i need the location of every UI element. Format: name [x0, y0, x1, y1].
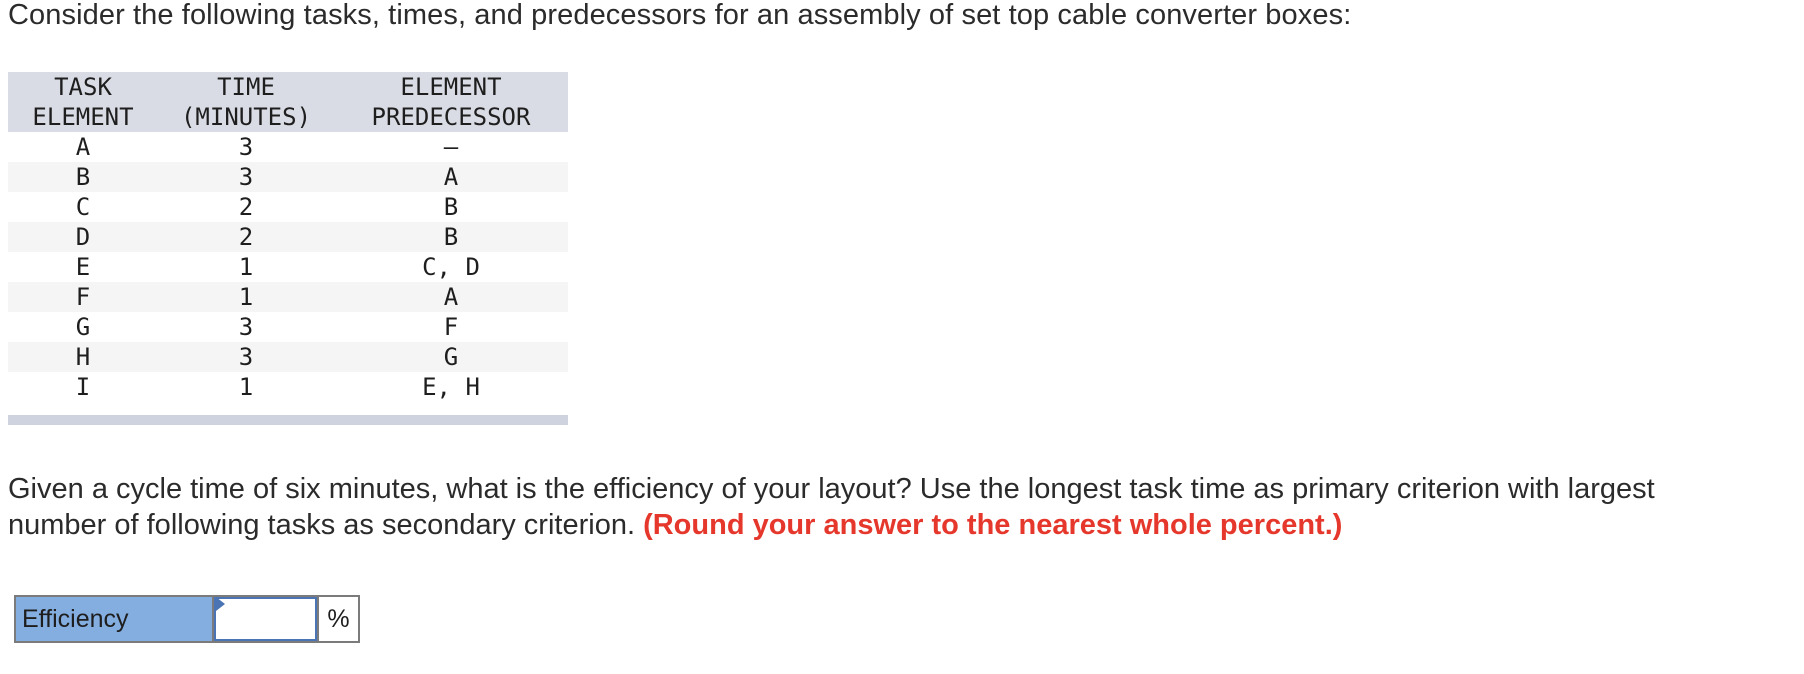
table-header-row: TASK ELEMENT TIME (MINUTES) ELEMENT PRED…	[8, 72, 568, 132]
time-cell: 1	[238, 253, 254, 281]
task-table: TASK ELEMENT TIME (MINUTES) ELEMENT PRED…	[8, 72, 568, 402]
predecessor-cell: G	[334, 342, 568, 372]
time-cell: 1	[238, 373, 254, 401]
task-cell: A	[75, 133, 91, 161]
table-row: C 2 B	[8, 192, 568, 222]
task-cell: G	[75, 313, 91, 341]
task-cell: E	[75, 253, 91, 281]
predecessor-cell: A	[334, 162, 568, 192]
column-header-task-element: TASK ELEMENT	[8, 72, 158, 132]
table-row: H 3 G	[8, 342, 568, 372]
task-cell: H	[8, 342, 158, 372]
time-cell: 3	[238, 133, 254, 161]
table-row: A 3 —	[8, 132, 568, 162]
question-line-2: number of following tasks as secondary c…	[8, 509, 1343, 541]
time-cell: 3	[158, 342, 334, 372]
predecessor-cell: E, H	[422, 373, 480, 401]
rounding-instruction: (Round your answer to the nearest whole …	[643, 509, 1343, 541]
task-cell: C	[75, 193, 91, 221]
efficiency-input[interactable]	[216, 599, 315, 639]
time-cell: 1	[158, 282, 334, 312]
time-cell: 3	[158, 162, 334, 192]
time-cell: 2	[158, 222, 334, 252]
task-cell: I	[75, 373, 91, 401]
column-header-time: TIME (MINUTES)	[158, 72, 334, 132]
time-cell: 2	[238, 193, 254, 221]
table-row: I 1 E, H	[8, 372, 568, 402]
predecessor-cell: A	[334, 282, 568, 312]
task-cell: B	[8, 162, 158, 192]
intro-text: Consider the following tasks, times, and…	[8, 0, 1352, 31]
predecessor-cell: F	[443, 313, 459, 341]
predecessor-cell: B	[334, 222, 568, 252]
question-line-1: Given a cycle time of six minutes, what …	[8, 473, 1655, 505]
efficiency-label: Efficiency	[16, 597, 214, 641]
table-row: D 2 B	[8, 222, 568, 252]
efficiency-input-wrapper	[214, 597, 317, 641]
required-flag-icon	[216, 597, 225, 611]
time-cell: 3	[238, 313, 254, 341]
percent-unit: %	[317, 597, 358, 641]
question-text: Given a cycle time of six minutes, what …	[8, 471, 1655, 543]
predecessor-cell: —	[443, 133, 459, 161]
table-row: F 1 A	[8, 282, 568, 312]
table-row: E 1 C, D	[8, 252, 568, 282]
task-cell: F	[8, 282, 158, 312]
column-header-predecessor: ELEMENT PREDECESSOR	[334, 72, 568, 132]
table-footer-bar	[8, 415, 568, 425]
predecessor-cell: C, D	[422, 253, 480, 281]
table-row: B 3 A	[8, 162, 568, 192]
efficiency-answer-row: Efficiency %	[14, 595, 360, 643]
table-row: G 3 F	[8, 312, 568, 342]
predecessor-cell: B	[443, 193, 459, 221]
task-cell: D	[8, 222, 158, 252]
